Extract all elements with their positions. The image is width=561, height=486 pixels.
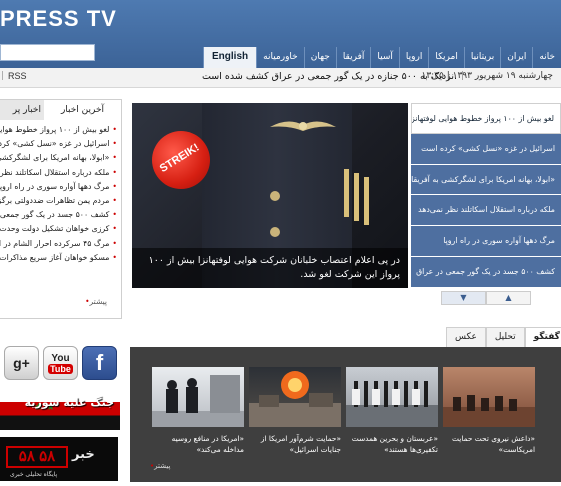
headline-scroll-arrows: ▼ ▲ — [441, 291, 531, 305]
sleeve-stripe-icon — [344, 169, 349, 217]
nav-asia[interactable]: آسیا — [370, 47, 399, 68]
gallery-caption: «داعش نیروی تحت حمایت امریکاست» — [452, 434, 535, 454]
headline-item[interactable]: لغو بیش از ۱۰۰ پرواز خطوط هوایی لوفتهانز… — [411, 103, 561, 134]
nav-america[interactable]: امریکا — [428, 47, 464, 68]
more-news-link[interactable]: •پیشتر — [83, 297, 107, 306]
list-item[interactable]: •اسرائیل در غزه «نسل کشی» کرد — [0, 137, 117, 151]
slideshow-caption[interactable]: در پی اعلام اعتصاب خلبانان شرکت هوایی لو… — [132, 248, 408, 288]
tab-analysis[interactable]: تحلیل — [485, 327, 525, 347]
uniform-button-icon — [270, 227, 280, 237]
pilot-wings-icon — [270, 121, 336, 131]
tab-latest-news[interactable]: آخرین اخبار — [43, 100, 121, 120]
list-item[interactable]: •کشف ۵۰۰ جسد در یک گور جمعی — [0, 208, 117, 222]
main-nav: خانه ایران بریتانیا امریکا اروپا آسیا آف… — [203, 47, 561, 68]
gallery-image — [152, 367, 244, 427]
headline-item[interactable]: اسرائیل در غزه «نسل کشی» کرده است — [411, 133, 561, 165]
gallery-caption: «امریکا در منافع روسیه مداخله می‌کند» — [171, 434, 244, 454]
sleeve-stripe-icon — [364, 177, 369, 225]
list-item[interactable]: •کرزی خواهان تشکیل دولت وحدت ملی — [0, 222, 117, 236]
rss-link[interactable]: RSS — [8, 71, 27, 81]
gallery-image — [346, 367, 438, 427]
uniform-button-icon — [270, 191, 280, 201]
nav-britain[interactable]: بریتانیا — [463, 47, 500, 68]
google-plus-icon[interactable]: g+ — [4, 346, 39, 380]
latest-news-tabs: آخرین اخبار اخبار پر — [0, 100, 121, 120]
news-ticker: چهارشنبه ۱۹ شهریور ۱۳۹۳ | ۱۳:۳۵ | نزدیک … — [0, 68, 561, 88]
nav-home[interactable]: خانه — [532, 47, 561, 68]
tab-popular-news[interactable]: اخبار پر — [0, 100, 44, 120]
featured-headlines: لغو بیش از ۱۰۰ پرواز خطوط هوایی لوفتهانز… — [411, 103, 561, 288]
gallery-caption: «عربستان و بحرین همدست تکفیری‌ها هستند» — [351, 434, 438, 454]
headline-item[interactable]: «ابولا، بهانه امریکا برای لشگرکشی به آفر… — [411, 164, 561, 196]
gallery-image — [249, 367, 341, 427]
gallery-card[interactable]: «امریکا در منافع روسیه مداخله می‌کند» — [152, 367, 244, 457]
war-on-syria-banner[interactable]: ★ ★ جنگ علیه سوریه — [0, 388, 120, 430]
scroll-down-arrow[interactable]: ▼ — [441, 291, 486, 305]
gallery-card[interactable]: «حمایت شرم‌آور امریکا از جنایات اسرائیل» — [249, 367, 341, 457]
more-gallery-link[interactable]: •پیشتر — [148, 462, 170, 470]
scroll-up-arrow[interactable]: ▲ — [486, 291, 531, 305]
media-gallery: «داعش نیروی تحت حمایت امریکاست» «عربستان… — [130, 347, 561, 482]
nav-world[interactable]: جهان — [303, 47, 336, 68]
list-item[interactable]: •ملکه درباره استقلال اسکاتلند نظر نمی — [0, 166, 117, 180]
youtube-icon[interactable]: You Tube — [43, 346, 78, 380]
ticker-separator: | — [460, 71, 464, 81]
ticker-headline[interactable]: نزدیک به ۵۰۰ جنازه در یک گور جمعی در عرا… — [202, 71, 457, 82]
latest-news-list: •لغو بیش از ۱۰۰ پرواز خطوط هوایی •اسرائی… — [0, 120, 121, 265]
headline-item[interactable]: کشف ۵۰۰ جسد در یک گور جمعی در عراق — [411, 256, 561, 288]
ticker-pipe: | — [1, 71, 5, 81]
khabar-banner[interactable]: ۵۸ ۵۸ خبر پایگاه تحلیلی خبری — [0, 437, 118, 481]
nav-middle-east[interactable]: خاورمیانه — [256, 47, 304, 68]
list-item[interactable]: •مرگ ۴۵ سرکرده احرار الشام در انفج — [0, 237, 117, 251]
facebook-icon[interactable]: f — [82, 346, 117, 380]
site-header: PRESS TV خانه ایران بریتانیا امریکا اروپ… — [0, 0, 561, 68]
presstv-logo[interactable]: PRESS TV — [0, 6, 117, 32]
tab-interview[interactable]: گفتگو — [524, 327, 561, 347]
headline-item[interactable]: مرگ دهها آواره سوری در راه اروپا — [411, 226, 561, 257]
list-item[interactable]: •مردم یمن تظاهرات ضددولتی برگزار — [0, 194, 117, 208]
nav-africa[interactable]: آفریقا — [335, 47, 371, 68]
khabar-subtitle: پایگاه تحلیلی خبری — [10, 471, 58, 478]
gallery-card[interactable]: «داعش نیروی تحت حمایت امریکاست» — [443, 367, 535, 457]
khabar-word: خبر — [72, 447, 95, 462]
list-item[interactable]: •مرگ دهها آواره سوری در راه اروپا — [0, 180, 117, 194]
list-item[interactable]: •«ابولا، بهانه امریکا برای لشگرکشی به — [0, 151, 117, 165]
social-links: g+ You Tube f — [4, 346, 120, 382]
list-item[interactable]: •لغو بیش از ۱۰۰ پرواز خطوط هوایی — [0, 123, 117, 137]
headline-item[interactable]: ملکه درباره استقلال اسکاتلند نظر نمی‌دهد — [411, 195, 561, 227]
gallery-card[interactable]: «عربستان و بحرین همدست تکفیری‌ها هستند» — [346, 367, 438, 457]
gallery-caption: «حمایت شرم‌آور امریکا از جنایات اسرائیل» — [260, 434, 341, 454]
nav-europe[interactable]: اروپا — [398, 47, 428, 68]
khabar-logo: ۵۸ ۵۸ — [6, 446, 68, 468]
nav-english[interactable]: English — [203, 47, 257, 68]
sleeve-stripe-icon — [354, 173, 359, 221]
featured-slideshow[interactable]: STREIK! در پی اعلام اعتصاب خلبانان شرکت … — [132, 103, 408, 288]
latest-news-panel: آخرین اخبار اخبار پر •لغو بیش از ۱۰۰ پرو… — [0, 99, 122, 319]
gallery-image — [443, 367, 535, 427]
tab-photo-of-day[interactable]: عکس روز — [446, 327, 486, 361]
media-tabs: گفتگو تحلیل عکس روز — [446, 327, 561, 361]
nav-iran[interactable]: ایران — [500, 47, 532, 68]
search-input[interactable] — [0, 44, 95, 61]
list-item[interactable]: •مسکو خواهان آغاز سریع مذاکرات او — [0, 251, 117, 265]
